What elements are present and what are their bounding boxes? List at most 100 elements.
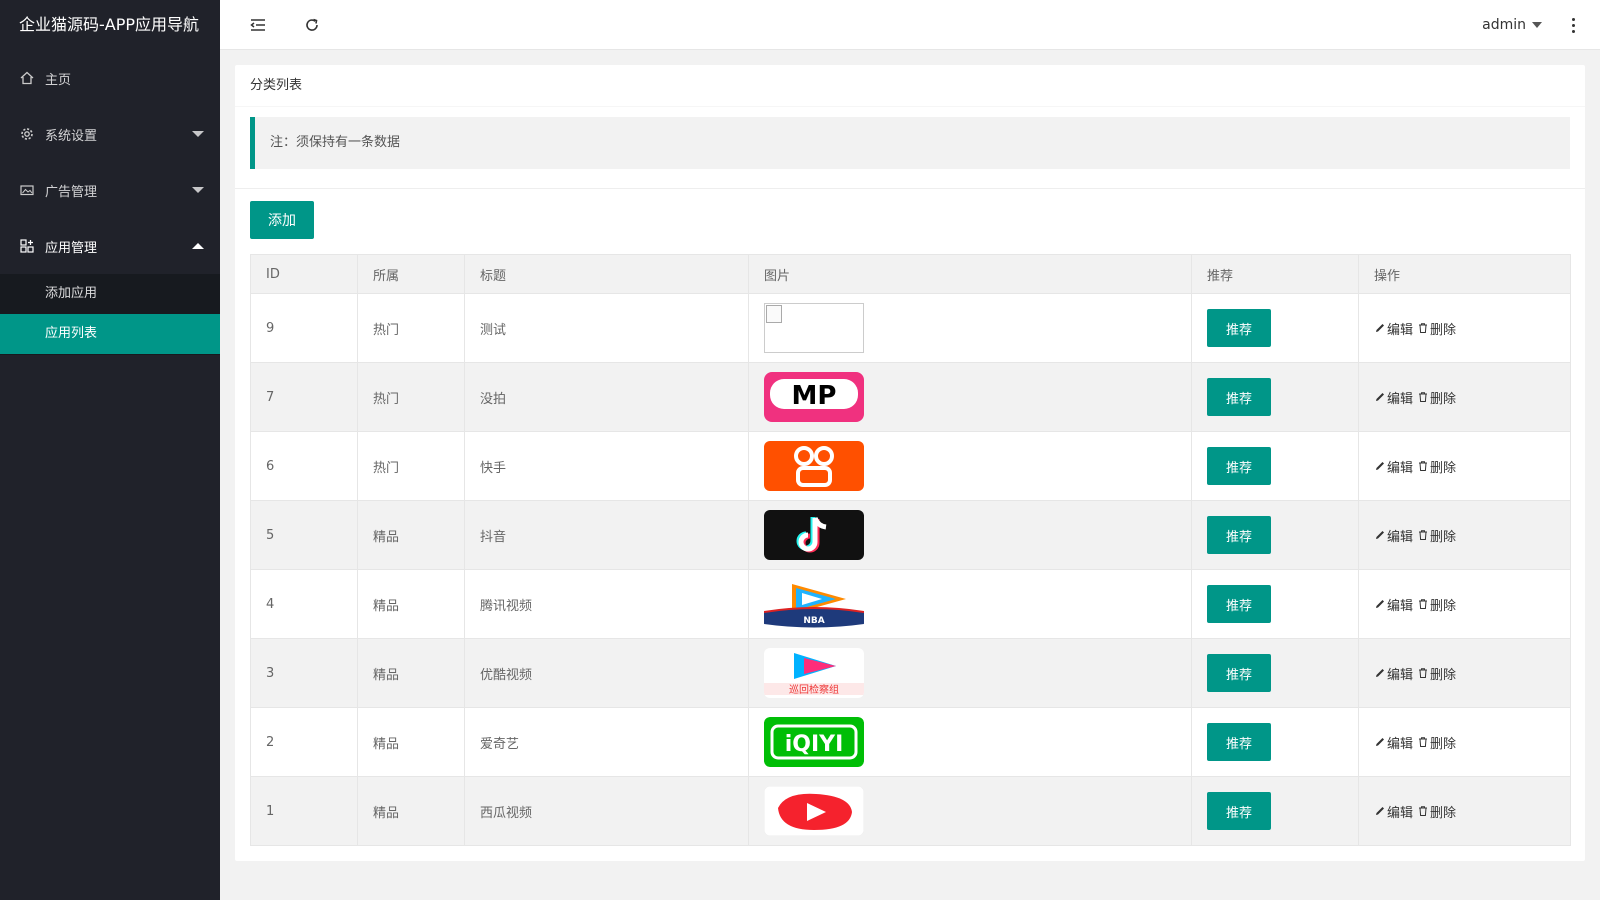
edit-label: 编辑 bbox=[1387, 805, 1414, 821]
douyin-logo bbox=[764, 510, 864, 560]
cell-actions: 编辑 删除 bbox=[1358, 293, 1571, 363]
table-row: 7 热门 没拍 MP 推荐 编辑 删除 bbox=[250, 362, 1571, 432]
recommend-button[interactable]: 推荐 bbox=[1207, 516, 1271, 554]
delete-link[interactable]: 删除 bbox=[1417, 319, 1456, 338]
cell-image bbox=[748, 776, 1192, 846]
edit-link[interactable]: 编辑 bbox=[1374, 457, 1413, 476]
trash-icon bbox=[1419, 392, 1428, 402]
edit-link[interactable]: 编辑 bbox=[1374, 664, 1413, 683]
delete-link[interactable]: 删除 bbox=[1417, 733, 1456, 752]
cell-id: 5 bbox=[250, 500, 358, 570]
menu-collapse-icon[interactable] bbox=[248, 15, 268, 35]
table-row: 4 精品 腾讯视频 NBA 推荐 编辑 删除 bbox=[250, 569, 1571, 639]
more-vertical-icon[interactable] bbox=[1568, 15, 1578, 35]
table-row: 9 热门 测试 推荐 编辑 删除 bbox=[250, 293, 1571, 363]
recommend-button[interactable]: 推荐 bbox=[1207, 585, 1271, 623]
table-header-row: ID 所属 标题 图片 推荐 操作 bbox=[250, 254, 1571, 294]
cell-image bbox=[748, 500, 1192, 570]
recommend-button[interactable]: 推荐 bbox=[1207, 378, 1271, 416]
delete-label: 删除 bbox=[1430, 460, 1457, 476]
sidebar-item-label: 主页 bbox=[45, 72, 72, 88]
edit-link[interactable]: 编辑 bbox=[1374, 388, 1413, 407]
column-header-recommend: 推荐 bbox=[1191, 254, 1359, 294]
cell-actions: 编辑 删除 bbox=[1358, 707, 1571, 777]
cell-actions: 编辑 删除 bbox=[1358, 638, 1571, 708]
image-icon bbox=[20, 183, 34, 197]
sidebar-item-ads[interactable]: 广告管理 bbox=[0, 162, 220, 218]
edit-label: 编辑 bbox=[1387, 667, 1414, 683]
recommend-button[interactable]: 推荐 bbox=[1207, 792, 1271, 830]
cell-recommend: 推荐 bbox=[1191, 776, 1359, 846]
trash-icon bbox=[1419, 323, 1428, 333]
delete-link[interactable]: 删除 bbox=[1417, 388, 1456, 407]
cell-category: 热门 bbox=[357, 431, 465, 501]
sidebar-item-label: 系统设置 bbox=[45, 128, 98, 144]
sidebar-item-home[interactable]: 主页 bbox=[0, 50, 220, 106]
iqiyi-logo: iQIYI bbox=[764, 717, 864, 767]
sidebar-item-settings[interactable]: 系统设置 bbox=[0, 106, 220, 162]
pencil-icon bbox=[1376, 738, 1384, 746]
recommend-button[interactable]: 推荐 bbox=[1207, 654, 1271, 692]
mp-logo: MP bbox=[764, 372, 864, 422]
recommend-button[interactable]: 推荐 bbox=[1207, 309, 1271, 347]
column-header-title: 标题 bbox=[464, 254, 749, 294]
cell-image: MP bbox=[748, 362, 1192, 432]
edit-link[interactable]: 编辑 bbox=[1374, 802, 1413, 821]
sidebar-subitem-add-app[interactable]: 添加应用 bbox=[0, 274, 220, 314]
top-header: admin bbox=[220, 0, 1600, 50]
delete-link[interactable]: 删除 bbox=[1417, 526, 1456, 545]
app-title: 企业猫源码-APP应用导航 bbox=[19, 15, 200, 34]
youku-logo: 巡回检察组 bbox=[764, 648, 864, 698]
cell-title: 西瓜视频 bbox=[464, 776, 749, 846]
edit-link[interactable]: 编辑 bbox=[1374, 733, 1413, 752]
cell-category: 精品 bbox=[357, 707, 465, 777]
user-menu[interactable]: admin bbox=[1482, 0, 1542, 50]
recommend-button[interactable]: 推荐 bbox=[1207, 447, 1271, 485]
pencil-icon bbox=[1376, 324, 1384, 332]
column-header-category: 所属 bbox=[357, 254, 465, 294]
cell-id: 2 bbox=[250, 707, 358, 777]
edit-link[interactable]: 编辑 bbox=[1374, 526, 1413, 545]
sidebar-item-apps[interactable]: 应用管理 bbox=[0, 218, 220, 274]
trash-icon bbox=[1419, 668, 1428, 678]
cell-category: 热门 bbox=[357, 362, 465, 432]
cell-recommend: 推荐 bbox=[1191, 569, 1359, 639]
cell-category: 精品 bbox=[357, 776, 465, 846]
pencil-icon bbox=[1376, 807, 1384, 815]
column-header-image: 图片 bbox=[748, 254, 1192, 294]
cell-title: 没拍 bbox=[464, 362, 749, 432]
delete-label: 删除 bbox=[1430, 598, 1457, 614]
delete-link[interactable]: 删除 bbox=[1417, 802, 1456, 821]
delete-link[interactable]: 删除 bbox=[1417, 457, 1456, 476]
delete-link[interactable]: 删除 bbox=[1417, 664, 1456, 683]
refresh-icon[interactable] bbox=[302, 15, 322, 35]
cell-title: 腾讯视频 bbox=[464, 569, 749, 639]
add-button[interactable]: 添加 bbox=[250, 201, 314, 239]
delete-label: 删除 bbox=[1430, 667, 1457, 683]
table-row: 2 精品 爱奇艺 iQIYI 推荐 编辑 删除 bbox=[250, 707, 1571, 777]
sidebar-subitem-app-list[interactable]: 应用列表 bbox=[0, 314, 220, 354]
cell-image bbox=[748, 431, 1192, 501]
cell-id: 4 bbox=[250, 569, 358, 639]
recommend-button[interactable]: 推荐 bbox=[1207, 723, 1271, 761]
cell-id: 6 bbox=[250, 431, 358, 501]
cell-id: 9 bbox=[250, 293, 358, 363]
sidebar-item-label: 应用管理 bbox=[45, 240, 98, 256]
edit-label: 编辑 bbox=[1387, 529, 1414, 545]
delete-link[interactable]: 删除 bbox=[1417, 595, 1456, 614]
sidebar: 企业猫源码-APP应用导航 主页 系统设置 广告管理 应用管理 添加应用 应用列… bbox=[0, 0, 220, 900]
svg-text:巡回检察组: 巡回检察组 bbox=[789, 683, 839, 696]
cell-category: 精品 bbox=[357, 638, 465, 708]
pencil-icon bbox=[1376, 669, 1384, 677]
card-title: 分类列表 bbox=[235, 65, 1585, 107]
edit-label: 编辑 bbox=[1387, 391, 1414, 407]
pencil-icon bbox=[1376, 531, 1384, 539]
cell-actions: 编辑 删除 bbox=[1358, 431, 1571, 501]
cell-actions: 编辑 删除 bbox=[1358, 362, 1571, 432]
column-header-id: ID bbox=[250, 254, 358, 294]
cell-category: 精品 bbox=[357, 500, 465, 570]
svg-text:NBA: NBA bbox=[803, 616, 824, 626]
edit-link[interactable]: 编辑 bbox=[1374, 595, 1413, 614]
cell-image: NBA bbox=[748, 569, 1192, 639]
edit-link[interactable]: 编辑 bbox=[1374, 319, 1413, 338]
